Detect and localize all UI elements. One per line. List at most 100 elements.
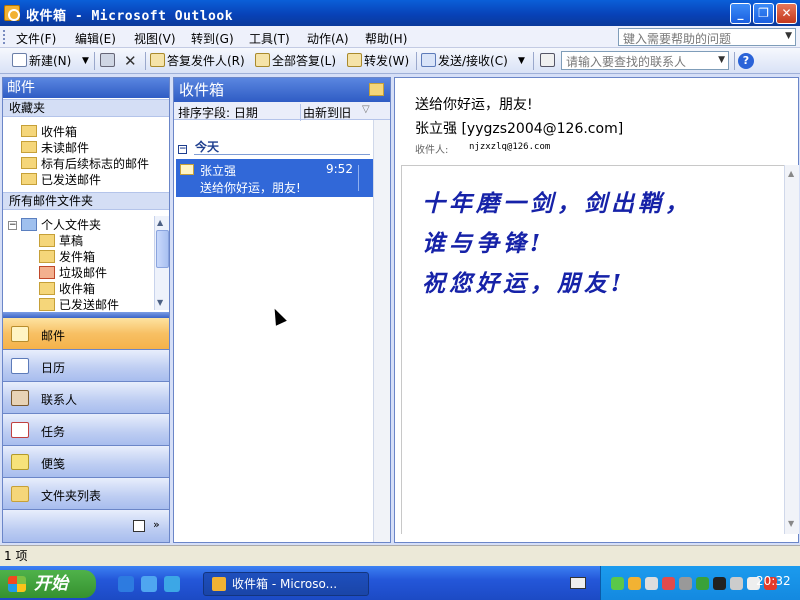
security-icon[interactable]: [662, 577, 675, 590]
send-receive-button[interactable]: 发送/接收(C): [421, 52, 508, 70]
start-button[interactable]: 开始: [0, 570, 96, 598]
tree-item-outbox[interactable]: 发件箱: [39, 248, 95, 265]
configure-buttons-chevron-icon[interactable]: »: [153, 518, 160, 531]
shortcuts-icon[interactable]: [133, 520, 145, 532]
recipient-address[interactable]: njzxzlq@126.com: [469, 142, 550, 152]
favorite-flagged[interactable]: 标有后续标志的邮件: [21, 155, 149, 172]
reading-pane: 送给你好运，朋友! 张立强 [yygzs2004@126.com] 收件人: n…: [394, 77, 799, 543]
tree-item-junk[interactable]: 垃圾邮件: [39, 264, 107, 281]
menu-go[interactable]: 转到(G): [191, 30, 234, 47]
close-button[interactable]: ✕: [776, 3, 797, 24]
scroll-thumb[interactable]: [156, 230, 169, 268]
print-button[interactable]: [100, 52, 117, 70]
forward-button[interactable]: 转发(W): [347, 52, 409, 70]
message-row[interactable]: 张立强 9:52 送给你好运，朋友!: [176, 159, 373, 197]
nav-button-folder-list[interactable]: 文件夹列表: [3, 478, 169, 510]
taskbar-outlook-button[interactable]: 收件箱 - Microso...: [203, 572, 369, 596]
reading-pane-scrollbar[interactable]: ▲ ▼: [784, 165, 799, 534]
address-book-button[interactable]: [540, 52, 557, 70]
favorite-unread[interactable]: 未读邮件: [21, 139, 89, 156]
forward-button-label: 转发(W): [364, 54, 410, 68]
network-icon[interactable]: [645, 577, 658, 590]
help-icon[interactable]: ?: [738, 53, 754, 69]
folder-list-icon: [11, 486, 29, 502]
nav-button-notes[interactable]: 便笺: [3, 446, 169, 478]
outlook-tray-icon[interactable]: [628, 577, 641, 590]
tray-green-icon[interactable]: [696, 577, 709, 590]
folder-tree-scrollbar[interactable]: ▲ ▼: [154, 216, 169, 310]
dropdown-arrow-icon[interactable]: ▼: [718, 55, 725, 65]
sort-bar: 排序字段: 日期 由新到旧 ▽: [174, 102, 390, 121]
sort-arrow-icon[interactable]: ▽: [362, 104, 370, 115]
nav-button-label: 任务: [41, 425, 66, 439]
help-search-input[interactable]: 键入需要帮助的问题 ▼: [618, 28, 796, 46]
nav-button-tasks[interactable]: 任务: [3, 414, 169, 446]
message-subject: 送给你好运，朋友!: [200, 181, 301, 195]
menu-actions[interactable]: 动作(A): [307, 30, 349, 47]
minimize-button[interactable]: _: [730, 3, 751, 24]
reply-button[interactable]: 答复发件人(R): [150, 52, 245, 70]
menu-edit[interactable]: 编辑(E): [75, 30, 116, 47]
reading-sender[interactable]: 张立强 [yygzs2004@126.com]: [415, 118, 623, 138]
tray-dark-icon[interactable]: [713, 577, 726, 590]
menu-help[interactable]: 帮助(H): [365, 30, 407, 47]
menu-grip[interactable]: [3, 30, 6, 44]
menu-file[interactable]: 文件(F): [16, 30, 56, 47]
delete-icon[interactable]: ✕: [124, 52, 137, 70]
tree-item-inbox[interactable]: 收件箱: [39, 280, 95, 297]
group-header-today[interactable]: − 今天: [178, 138, 219, 155]
inbox-folder-icon: [39, 282, 55, 295]
tree-item-drafts[interactable]: 草稿: [39, 232, 83, 249]
collapse-group-icon[interactable]: −: [178, 145, 187, 154]
menu-tools[interactable]: 工具(T): [249, 30, 290, 47]
outlook-app-icon[interactable]: [4, 5, 20, 21]
favorite-inbox[interactable]: 收件箱: [21, 123, 77, 140]
message-list-scrollbar[interactable]: [373, 120, 390, 542]
favorite-sent[interactable]: 已发送邮件: [21, 171, 101, 188]
start-label: 开始: [34, 574, 68, 594]
tree-root-personal-folders[interactable]: 个人文件夹: [21, 216, 101, 233]
browser-icon[interactable]: [164, 576, 180, 592]
media-player-icon[interactable]: [118, 576, 134, 592]
folder-icon: [21, 173, 37, 185]
tree-root-label: 个人文件夹: [41, 218, 102, 232]
nav-button-calendar[interactable]: 日历: [3, 350, 169, 382]
sort-field-label[interactable]: 排序字段: 日期: [178, 104, 258, 121]
status-bar: 1 项: [0, 545, 800, 566]
scroll-down-icon[interactable]: ▼: [788, 519, 794, 528]
tree-item-label: 已发送邮件: [59, 298, 120, 312]
tree-item-label: 收件箱: [59, 282, 96, 296]
scroll-up-icon[interactable]: ▲: [157, 218, 163, 227]
keyboard-icon[interactable]: [570, 577, 586, 589]
scroll-up-icon[interactable]: ▲: [788, 169, 794, 178]
nav-button-label: 日历: [41, 361, 66, 375]
collapse-toggle-icon[interactable]: −: [8, 221, 17, 230]
address-book-icon: [540, 53, 555, 67]
reply-all-button[interactable]: 全部答复(L): [255, 52, 336, 70]
outlook-task-icon: [212, 577, 226, 591]
volume-icon[interactable]: [730, 577, 743, 590]
nav-button-contacts[interactable]: 联系人: [3, 382, 169, 414]
tree-item-label: 草稿: [59, 234, 84, 248]
send-receive-dropdown-arrow-icon[interactable]: ▼: [518, 52, 525, 70]
tray-app-icon[interactable]: [611, 577, 624, 590]
reading-subject: 送给你好运，朋友!: [415, 97, 533, 113]
tasks-icon: [11, 422, 29, 438]
nav-button-mail[interactable]: 邮件: [3, 318, 169, 350]
new-button[interactable]: 新建(N): [12, 52, 71, 70]
forward-icon: [347, 53, 362, 67]
clock[interactable]: 20:32: [756, 574, 791, 588]
new-button-label: 新建(N): [29, 54, 72, 68]
sort-order-label[interactable]: 由新到旧: [300, 104, 351, 121]
new-dropdown-arrow-icon[interactable]: ▼: [82, 52, 89, 70]
tray-tool-icon[interactable]: [679, 577, 692, 590]
menu-view[interactable]: 视图(V): [134, 30, 176, 47]
maximize-button[interactable]: ❐: [753, 3, 774, 24]
scroll-down-icon[interactable]: ▼: [157, 298, 163, 307]
internet-explorer-icon[interactable]: [141, 576, 157, 592]
contact-search-input[interactable]: 请输入要查找的联系人 ▼: [561, 51, 729, 70]
favorite-label: 收件箱: [41, 125, 78, 139]
print-icon: [100, 53, 115, 67]
flag-icon[interactable]: [358, 165, 370, 191]
dropdown-arrow-icon[interactable]: ▼: [785, 31, 792, 41]
